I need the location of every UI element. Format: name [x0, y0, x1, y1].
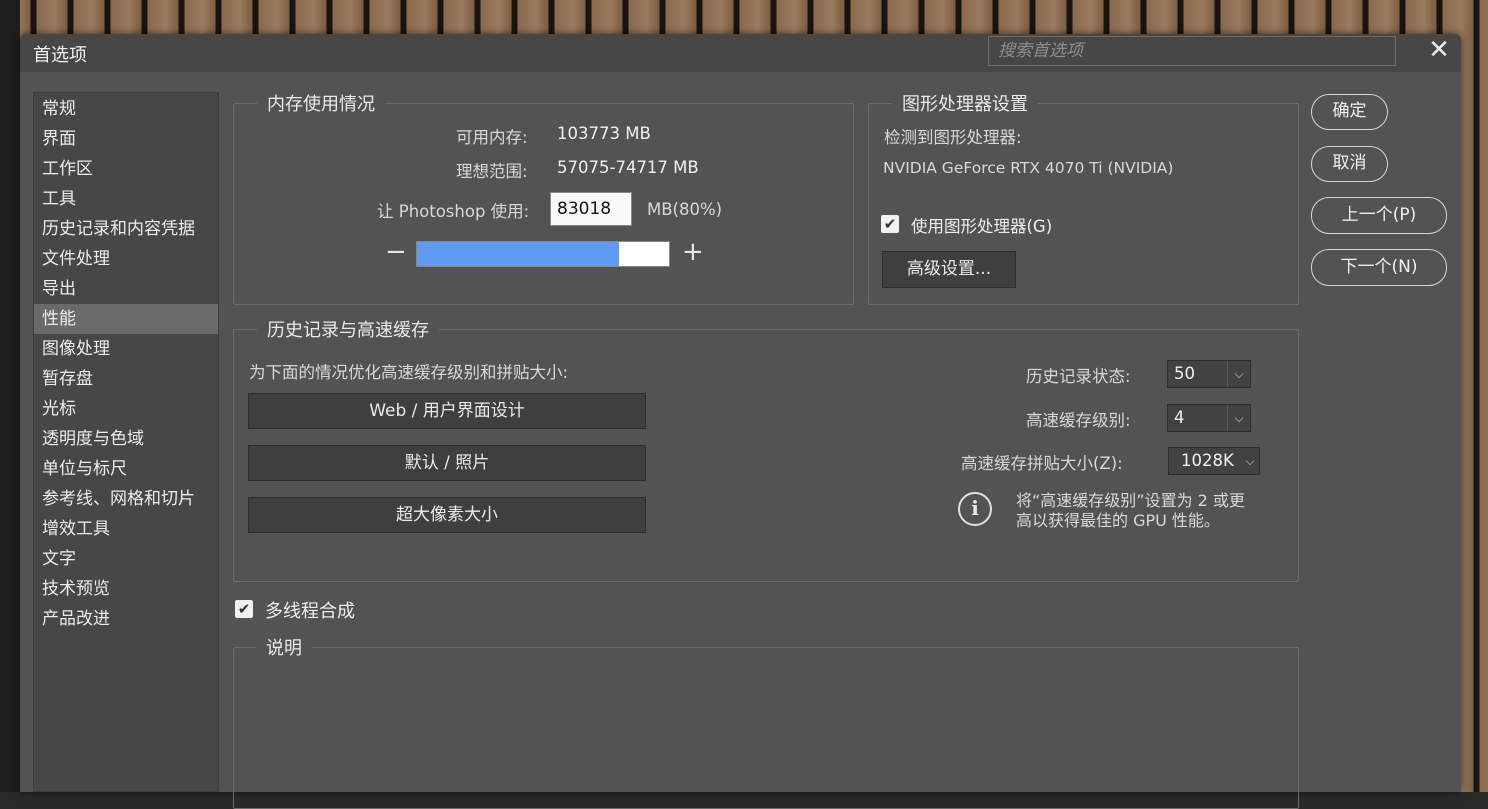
preset-huge-pixel-button[interactable]: 超大像素大小	[248, 497, 646, 533]
cache-levels-value: 4	[1174, 408, 1185, 427]
use-gpu-checkbox[interactable]: ✔	[881, 215, 899, 233]
description-group: 说明	[233, 634, 1299, 809]
tile-size-label: 高速缓存拼贴大小(Z):	[961, 454, 1123, 473]
memory-use-unit: MB(80%)	[647, 200, 723, 219]
sidebar-item[interactable]: 性能	[34, 304, 218, 334]
sidebar-item[interactable]: 产品改进	[34, 604, 218, 634]
sidebar-item[interactable]: 工作区	[34, 154, 218, 184]
sidebar-item[interactable]: 暂存盘	[34, 364, 218, 394]
preferences-dialog: 首选项 ✕ 常规界面工作区工具历史记录和内容凭据文件处理导出性能图像处理暂存盘光…	[20, 34, 1461, 809]
chevron-down-icon: ⌵	[1245, 454, 1255, 468]
sidebar-item[interactable]: 图像处理	[34, 334, 218, 364]
info-icon: i	[958, 492, 992, 526]
cancel-button[interactable]: 取消	[1311, 146, 1388, 182]
preset-web-ui-button[interactable]: Web / 用户界面设计	[248, 393, 646, 429]
sidebar-item[interactable]: 工具	[34, 184, 218, 214]
history-states-value: 50	[1174, 364, 1195, 383]
background-left-edge	[0, 0, 20, 792]
photoshop-use-label: 让 Photoshop 使用:	[377, 202, 530, 221]
chevron-down-icon: ⌵	[1227, 405, 1250, 431]
multithread-label: 多线程合成	[265, 601, 355, 622]
memory-use-input[interactable]: 83018	[550, 192, 632, 226]
info-text-line2: 高以获得最佳的 GPU 性能。	[1016, 511, 1220, 530]
tile-size-value: 1028K	[1181, 451, 1234, 470]
sidebar-list: 常规 界面 工作区 工具 历史记录和内容凭据 文件处理 导出 性能 图像处理 暂存盘 光标 透明度与色…	[34, 93, 218, 634]
sidebar-item[interactable]: 透明度与色域	[34, 424, 218, 454]
close-icon[interactable]: ✕	[1425, 35, 1453, 65]
decrease-icon[interactable]: −	[385, 237, 407, 267]
preset-default-photo-button[interactable]: 默认 / 照片	[248, 445, 646, 481]
increase-icon[interactable]: +	[682, 237, 704, 267]
ideal-range-value: 57075-74717 MB	[557, 158, 699, 177]
use-gpu-label: 使用图形处理器(G)	[911, 217, 1053, 236]
cache-levels-label: 高速缓存级别:	[1026, 411, 1131, 430]
memory-legend: 内存使用情况	[257, 90, 385, 116]
sidebar-item[interactable]: 界面	[34, 124, 218, 154]
sidebar-item[interactable]: 文字	[34, 544, 218, 574]
sidebar-item[interactable]: 导出	[34, 274, 218, 304]
advanced-settings-button[interactable]: 高级设置...	[882, 251, 1016, 288]
multithread-checkbox[interactable]: ✔	[235, 600, 253, 618]
tile-size-select[interactable]: 1028K ⌵	[1168, 447, 1260, 475]
previous-button[interactable]: 上一个(P)	[1311, 197, 1447, 234]
sidebar-item[interactable]: 单位与标尺	[34, 454, 218, 484]
memory-slider-fill	[417, 242, 619, 266]
gpu-detected-label: 检测到图形处理器:	[884, 128, 1022, 147]
sidebar-item[interactable]: 技术预览	[34, 574, 218, 604]
next-button[interactable]: 下一个(N)	[1311, 249, 1447, 286]
sidebar-item[interactable]: 增效工具	[34, 514, 218, 544]
titlebar: 首选项 ✕	[20, 34, 1461, 72]
search-input[interactable]	[988, 36, 1396, 66]
optimize-label: 为下面的情况优化高速缓存级别和拼贴大小:	[249, 363, 569, 382]
ok-button[interactable]: 确定	[1311, 94, 1388, 130]
cache-levels-select[interactable]: 4 ⌵	[1167, 404, 1251, 432]
history-states-label: 历史记录状态:	[1026, 367, 1131, 386]
memory-slider[interactable]	[416, 241, 670, 267]
available-memory-label: 可用内存:	[456, 128, 528, 147]
description-legend: 说明	[256, 634, 312, 660]
sidebar-item[interactable]: 光标	[34, 394, 218, 424]
sidebar-item[interactable]: 常规	[34, 94, 218, 124]
sidebar-item[interactable]: 历史记录和内容凭据	[34, 214, 218, 244]
chevron-down-icon: ⌵	[1227, 361, 1250, 387]
history-cache-legend: 历史记录与高速缓存	[257, 316, 439, 342]
sidebar-item[interactable]: 文件处理	[34, 244, 218, 274]
gpu-name: NVIDIA GeForce RTX 4070 Ti (NVIDIA)	[883, 159, 1174, 177]
sidebar-item[interactable]: 参考线、网格和切片	[34, 484, 218, 514]
memory-usage-group: 内存使用情况	[233, 90, 854, 305]
history-states-select[interactable]: 50 ⌵	[1167, 360, 1251, 388]
dialog-title: 首选项	[33, 45, 87, 66]
ideal-range-label: 理想范围:	[456, 162, 528, 181]
sidebar: 常规 界面 工作区 工具 历史记录和内容凭据 文件处理 导出 性能 图像处理 暂存盘 光标 透明度与色…	[33, 92, 219, 792]
gpu-legend: 图形处理器设置	[892, 90, 1038, 116]
available-memory-value: 103773 MB	[557, 124, 651, 143]
